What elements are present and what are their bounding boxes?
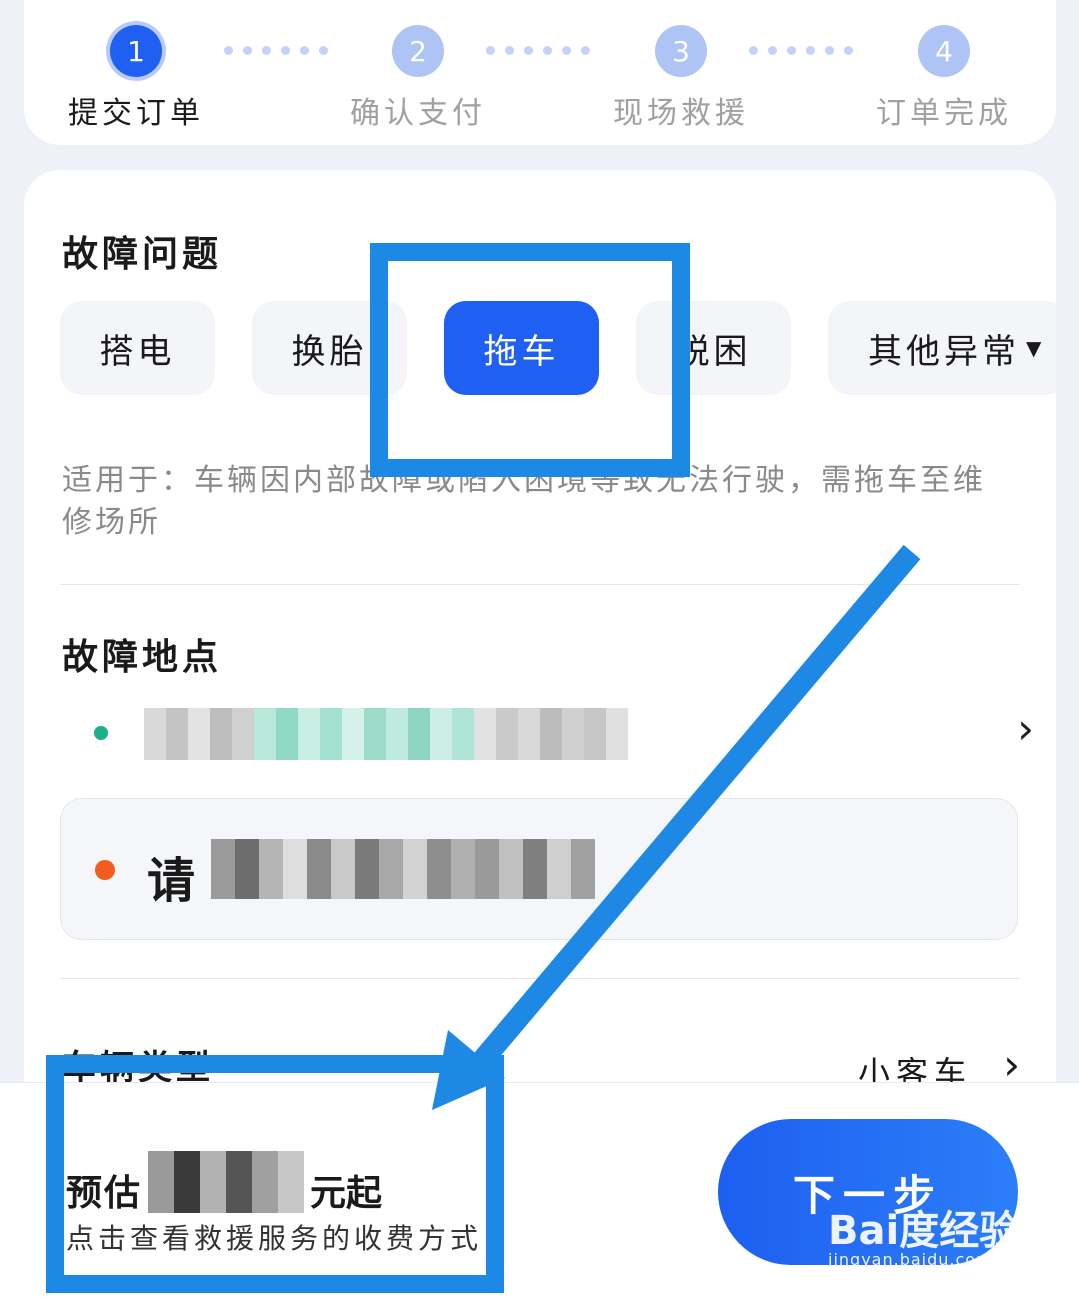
step-3-label: 现场救援 xyxy=(613,96,749,131)
step-connector xyxy=(486,46,590,55)
location-pin-icon xyxy=(94,726,108,740)
baidu-logo: Bai度经验 xyxy=(828,1208,1020,1254)
divider xyxy=(60,584,1020,585)
step-1-dot: 1 xyxy=(110,25,162,77)
progress-stepper: 1 2 3 4 提交订单 确认支付 现场救援 订单完成 xyxy=(24,0,1056,145)
chip-other-issue[interactable]: 其他异常 ▼ xyxy=(828,301,1056,395)
blurred-destination xyxy=(211,839,595,899)
annotation-highlight-price xyxy=(46,1055,504,1293)
current-location-row[interactable]: › xyxy=(84,700,1034,766)
fault-section-title: 故障问题 xyxy=(62,234,223,275)
annotation-highlight-tow xyxy=(370,243,690,477)
step-4-dot: 4 xyxy=(918,25,970,77)
watermark-url: jingyan.baidu.com xyxy=(828,1250,993,1269)
step-4-label: 订单完成 xyxy=(876,96,1012,131)
baidu-jingyan-watermark: Bai度经验 jingyan.baidu.com xyxy=(828,1198,1019,1269)
destination-input[interactable]: 请 xyxy=(60,798,1018,940)
step-1-label: 提交订单 xyxy=(68,96,204,131)
caret-down-icon: ▼ xyxy=(1026,336,1046,360)
destination-placeholder: 请 xyxy=(147,853,200,909)
divider xyxy=(60,978,1020,979)
step-2-label: 确认支付 xyxy=(350,96,486,131)
chevron-right-icon: › xyxy=(1017,704,1034,753)
blurred-address xyxy=(144,708,628,760)
destination-dot xyxy=(95,860,115,880)
chip-jump-start[interactable]: 搭电 xyxy=(60,301,215,395)
step-connector xyxy=(224,46,328,55)
step-2-dot: 2 xyxy=(392,25,444,77)
location-section-title: 故障地点 xyxy=(62,637,223,678)
step-3-dot: 3 xyxy=(655,25,707,77)
step-connector xyxy=(749,46,853,55)
